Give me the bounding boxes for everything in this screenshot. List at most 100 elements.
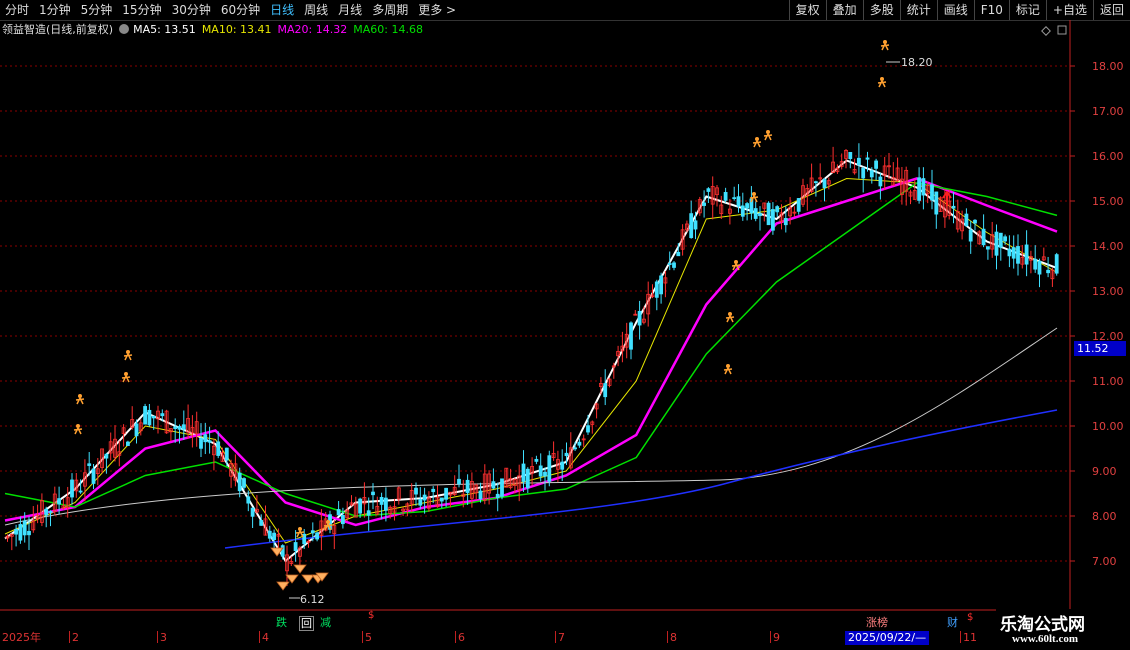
candle-body-120 <box>521 463 526 482</box>
period-tab-0[interactable]: 分时 <box>0 0 34 20</box>
candle-body-231 <box>998 232 1003 248</box>
candle-body-239 <box>1033 258 1038 270</box>
runner-head-11 <box>752 192 756 196</box>
candle-body-57 <box>250 507 255 517</box>
candle-body-190 <box>822 179 827 189</box>
signal-hui: 回 <box>299 616 314 631</box>
period-tab-6[interactable]: 日线 <box>265 0 299 20</box>
candle-body-162 <box>702 202 706 206</box>
tool-button-8[interactable]: 返回 <box>1092 0 1130 20</box>
candle-body-171 <box>740 205 745 217</box>
low-label: 6.12 <box>300 593 325 606</box>
candle-body-177 <box>766 202 771 226</box>
candle-body-96 <box>418 498 423 506</box>
runner-head-1 <box>76 424 80 428</box>
x-label-6: 7 <box>555 631 565 645</box>
candle-body-71 <box>310 530 315 534</box>
candle-body-34 <box>151 415 156 419</box>
tool-button-7[interactable]: +自选 <box>1045 0 1093 20</box>
candle-body-240 <box>1037 260 1042 275</box>
candle-body-32 <box>143 406 148 425</box>
x-label-8: 9 <box>770 631 780 645</box>
period-tab-10[interactable]: 更多 > <box>413 0 461 20</box>
candle-body-242 <box>1046 269 1050 274</box>
x-tick-8 <box>770 631 771 643</box>
y-tick-label-7: 11.00 <box>1092 375 1124 388</box>
candle-body-215 <box>930 184 934 201</box>
dollar-icon-0: $ <box>368 610 374 621</box>
candle-body-152 <box>659 275 663 295</box>
candle-body-124 <box>538 465 543 477</box>
x-tick-9 <box>960 631 961 643</box>
candle-body-225 <box>973 219 977 224</box>
candle-body-114 <box>495 493 500 498</box>
runner-icon-13 <box>877 80 887 88</box>
candle-body-135 <box>586 425 590 433</box>
tool-button-6[interactable]: 标记 <box>1008 0 1046 20</box>
candle-body-234 <box>1011 247 1016 259</box>
period-tab-2[interactable]: 5分钟 <box>76 0 118 20</box>
runner-icon-6 <box>725 315 735 323</box>
diamond-icon <box>1041 26 1051 36</box>
candle-body-54 <box>237 472 242 492</box>
runner-head-2 <box>126 350 130 354</box>
period-tab-7[interactable]: 周线 <box>299 0 333 20</box>
candle-body-17 <box>78 490 83 493</box>
signal-jian: 减 <box>320 616 331 629</box>
candle-body-121 <box>525 468 530 489</box>
runner-icon-9 <box>752 140 762 148</box>
period-tab-9[interactable]: 多周期 <box>367 0 413 20</box>
candle-body-139 <box>603 383 608 398</box>
watermark-line1: 乐淘公式网 <box>1000 615 1085 635</box>
candle-body-233 <box>1007 248 1012 257</box>
period-tab-4[interactable]: 30分钟 <box>167 0 216 20</box>
candle-body-169 <box>732 197 737 200</box>
runner-icon-2 <box>123 353 133 361</box>
tool-button-0[interactable]: 复权 <box>788 0 826 20</box>
candle-body-85 <box>371 491 375 496</box>
x-tick-5 <box>455 631 456 643</box>
x-label-7: 8 <box>667 631 677 645</box>
runner-head-0 <box>78 394 82 398</box>
candle-body-237 <box>1024 244 1029 265</box>
diamond-marker-3 <box>293 564 307 574</box>
candle-body-49 <box>216 441 221 456</box>
period-tab-3[interactable]: 15分钟 <box>117 0 166 20</box>
signal-zhang: 涨榜 <box>866 616 888 629</box>
candle-body-220 <box>951 205 956 209</box>
x-tick-3 <box>259 631 260 643</box>
candle-body-30 <box>134 423 139 437</box>
candle-body-88 <box>383 497 388 511</box>
current-price-box: 11.52 <box>1074 341 1126 356</box>
tool-button-4[interactable]: 画线 <box>936 0 974 20</box>
runner-icon-0 <box>75 397 85 405</box>
runner-head-8 <box>734 260 738 264</box>
period-tab-5[interactable]: 60分钟 <box>216 0 265 20</box>
candle-body-55 <box>242 478 246 488</box>
x-label-3: 4 <box>259 631 269 645</box>
period-tabs: 分时 1分钟 5分钟 15分钟 30分钟 60分钟 日线 周线 月线 多周期 更多 > <box>0 0 461 20</box>
candle-body-10 <box>48 511 53 513</box>
candle-body-51 <box>224 447 229 461</box>
candle-body-178 <box>771 209 775 231</box>
tool-button-3[interactable]: 统计 <box>899 0 937 20</box>
runner-head-10 <box>766 130 770 134</box>
watermark-line2: www.60lt.com <box>1012 633 1078 645</box>
runner-head-4 <box>298 527 302 531</box>
kline-chart[interactable]: 18.0017.0016.0015.0014.0013.0012.0011.00… <box>0 20 1130 630</box>
candle-body-97 <box>422 494 427 501</box>
tool-button-2[interactable]: 多股 <box>862 0 900 20</box>
tool-button-5[interactable]: F10 <box>973 0 1009 20</box>
candle-body-39 <box>173 426 178 429</box>
tool-buttons: 复权 叠加 多股 统计 画线 F10 标记 +自选 返回 <box>788 0 1130 20</box>
candle-body-41 <box>181 424 186 430</box>
x-label-1: 2 <box>69 631 79 645</box>
period-tab-1[interactable]: 1分钟 <box>34 0 76 20</box>
tool-button-1[interactable]: 叠加 <box>825 0 863 20</box>
y-tick-label-8: 10.00 <box>1092 420 1124 433</box>
period-tab-8[interactable]: 月线 <box>333 0 367 20</box>
candle-body-156 <box>676 251 681 257</box>
y-tick-label-4: 14.00 <box>1092 240 1124 253</box>
candle-body-113 <box>491 481 496 489</box>
y-tick-label-9: 9.00 <box>1092 465 1117 478</box>
